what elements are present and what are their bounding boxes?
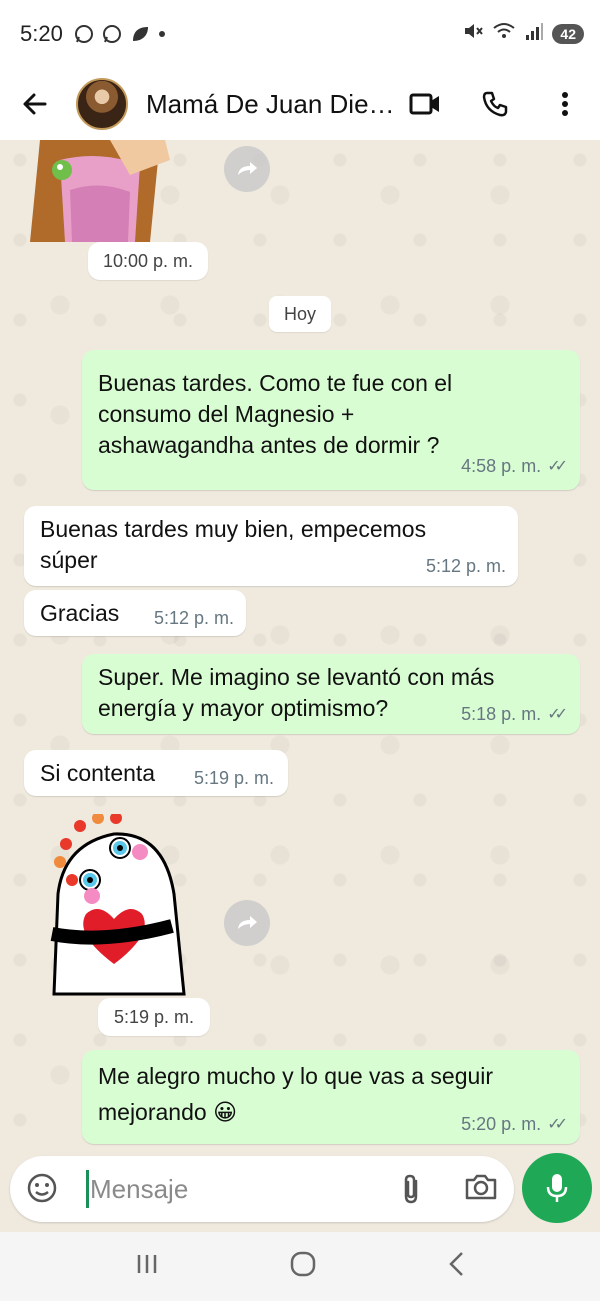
wifi-icon <box>492 21 516 47</box>
back-button[interactable] <box>0 68 70 140</box>
message-text: Buenas tardes. Como te fue con el consum… <box>98 370 453 458</box>
message-bubble-outgoing[interactable]: Buenas tardes. Como te fue con el consum… <box>82 350 580 490</box>
sticker-timestamp: 5:19 p. m. <box>98 998 210 1036</box>
message-meta: 5:19 p. m. <box>194 763 274 794</box>
message-composer <box>10 1156 514 1222</box>
message-meta: 5:18 p. m. ✓✓ <box>461 699 568 730</box>
date-separator: Hoy <box>269 296 331 332</box>
forward-icon <box>238 162 257 175</box>
message-text: Si contenta <box>40 760 156 786</box>
recent-apps-button[interactable] <box>134 1252 160 1281</box>
voice-call-button[interactable] <box>460 68 530 140</box>
whatsapp-notification-icon <box>101 23 123 45</box>
home-button[interactable] <box>289 1250 317 1283</box>
message-bubble-outgoing[interactable]: Me alegro mucho y lo que vas a seguir me… <box>82 1050 580 1144</box>
avatar[interactable] <box>76 78 128 130</box>
message-time: 5:19 p. m. <box>193 768 274 788</box>
home-icon <box>290 1251 316 1277</box>
chevron-left-icon <box>448 1252 463 1276</box>
message-time: 5:12 p. m. <box>425 556 506 576</box>
message-time: 5:12 p. m. <box>153 608 234 628</box>
system-navigation-bar <box>0 1232 600 1301</box>
emoji-button[interactable] <box>26 1172 58 1209</box>
text-cursor <box>86 1170 89 1208</box>
read-receipt-icon: ✓✓ <box>547 706 568 723</box>
camera-icon <box>465 1174 497 1200</box>
read-receipt-icon: ✓✓ <box>547 458 568 475</box>
dot-icon <box>157 29 167 39</box>
message-bubble-incoming[interactable]: Si contenta 5:19 p. m. <box>24 750 288 796</box>
message-meta: 5:12 p. m. <box>426 551 506 582</box>
mute-icon <box>462 20 484 48</box>
video-call-button[interactable] <box>390 68 460 140</box>
message-meta: 5:12 p. m. <box>154 603 234 634</box>
message-meta: 4:58 p. m. ✓✓ <box>461 451 568 482</box>
sticker-timestamp: 10:00 p. m. <box>88 242 208 280</box>
message-text: Gracias <box>40 600 120 626</box>
message-bubble-incoming[interactable]: Gracias 5:12 p. m. <box>24 590 246 636</box>
message-bubble-outgoing[interactable]: Super. Me imagino se levantó con más ene… <box>82 654 580 734</box>
paperclip-icon <box>404 1174 418 1204</box>
whatsapp-notification-icon <box>73 23 95 45</box>
read-receipt-icon: ✓✓ <box>547 1116 568 1133</box>
system-back-button[interactable] <box>446 1250 466 1283</box>
message-time: 5:20 p. m. <box>461 1114 542 1134</box>
forward-button[interactable] <box>224 146 270 192</box>
microphone-icon <box>546 1174 568 1202</box>
camera-button[interactable] <box>464 1172 498 1207</box>
chat-header: Mamá De Juan Die… <box>0 68 600 140</box>
forward-button[interactable] <box>224 900 270 946</box>
status-time: 5:20 <box>20 21 63 46</box>
status-bar: 5:20 42 <box>0 0 600 68</box>
message-meta: 5:20 p. m. ✓✓ <box>461 1109 568 1140</box>
arrow-left-icon <box>23 93 47 115</box>
signal-icon <box>524 21 544 47</box>
sticker-image[interactable] <box>30 140 170 242</box>
sticker-emoji-icon <box>27 1173 57 1203</box>
attach-button[interactable] <box>398 1172 424 1211</box>
chat-area[interactable]: 10:00 p. m. Hoy Buenas tardes. Como te f… <box>0 140 600 1232</box>
phone-icon <box>482 91 508 117</box>
contact-name[interactable]: Mamá De Juan Die… <box>146 89 401 120</box>
voice-message-button[interactable] <box>522 1153 592 1223</box>
message-time: 5:18 p. m. <box>461 704 542 724</box>
leaf-icon <box>129 23 151 45</box>
battery-indicator: 42 <box>552 24 584 44</box>
message-input[interactable] <box>90 1168 350 1210</box>
kebab-menu-icon <box>562 92 568 116</box>
recent-apps-icon <box>138 1255 157 1273</box>
message-bubble-incoming[interactable]: Buenas tardes muy bien, empecemos súper … <box>24 506 518 586</box>
message-time: 4:58 p. m. <box>461 456 542 476</box>
video-camera-icon <box>409 93 439 115</box>
message-text: Buenas tardes muy bien, empecemos súper <box>40 516 427 573</box>
forward-icon <box>238 916 257 929</box>
sticker-image[interactable] <box>44 812 194 1000</box>
more-options-button[interactable] <box>530 68 600 140</box>
